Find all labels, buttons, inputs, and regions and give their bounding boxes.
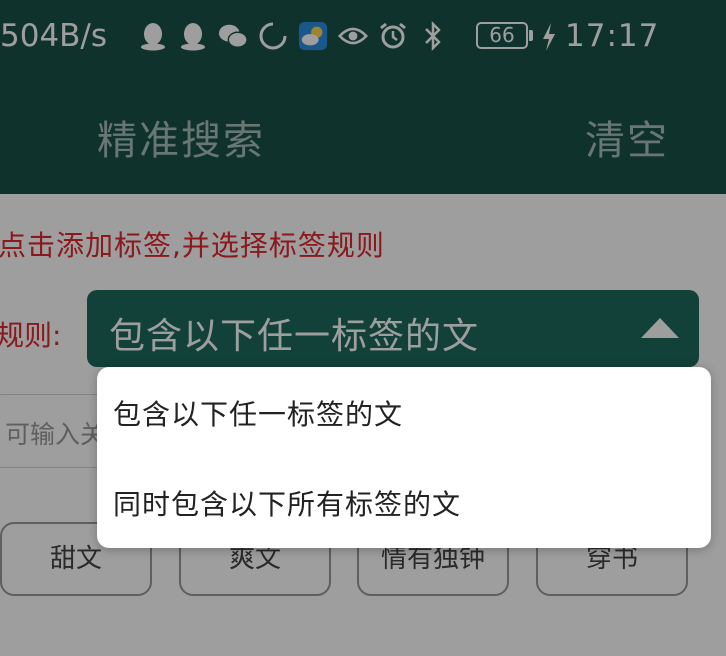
rule-dropdown: 包含以下任一标签的文 同时包含以下所有标签的文 <box>97 367 711 548</box>
modal-scrim[interactable] <box>0 0 726 656</box>
dropdown-option[interactable]: 包含以下任一标签的文 <box>113 393 403 433</box>
dropdown-option[interactable]: 同时包含以下所有标签的文 <box>113 483 461 523</box>
